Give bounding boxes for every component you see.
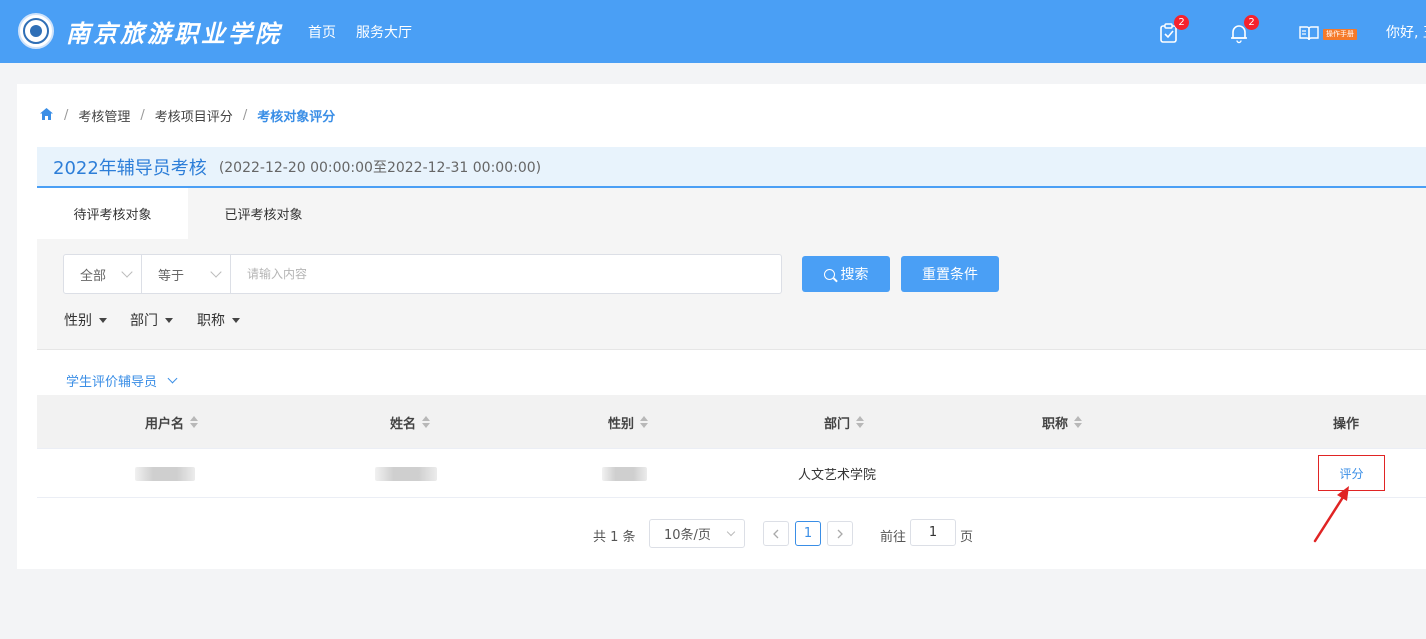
school-name: 南京旅游职业学院 [66,18,282,48]
sort-icon[interactable] [1074,416,1083,428]
gender-filter[interactable]: 性别 [64,310,107,330]
field-select[interactable]: 全部 [64,255,142,293]
home-icon[interactable] [39,107,54,125]
chevron-right-icon [837,529,843,538]
goto-label: 前往 [880,530,907,545]
tabs: 待评考核对象 已评考核对象 [37,188,1426,239]
pagination-total: 共 1 条 [593,530,636,545]
user-greeting[interactable]: 你好, 王 [1386,22,1426,42]
sort-icon[interactable] [422,416,431,428]
reset-button[interactable]: 重置条件 [901,256,999,292]
col-name[interactable]: 姓名 [390,395,431,449]
page-size-select[interactable]: 10条/页 [649,519,745,548]
pagination: 共 1 条 10条/页 1 前往 页 [17,519,1426,549]
tab-pending[interactable]: 待评考核对象 [37,188,188,239]
page-number-current[interactable]: 1 [795,521,821,546]
col-gender[interactable]: 性别 [608,395,649,449]
chevron-down-icon [210,266,222,278]
caret-down-icon [232,317,240,323]
nav-home[interactable]: 首页 [308,22,336,42]
tab-evaluated[interactable]: 已评考核对象 [188,188,339,239]
col-action: 操作 [1333,416,1360,432]
filter-area: 全部 等于 搜索 重置条件 性别 部门 职称 [37,239,1426,350]
main-nav: 首页 服务大厅 [308,22,412,42]
manual-tag[interactable]: 操作手册 [1323,29,1357,40]
sort-icon[interactable] [190,416,199,428]
exam-date-range: (2022-12-20 00:00:00至2022-12-31 00:00:00… [218,159,542,176]
nav-service-hall[interactable]: 服务大厅 [356,22,412,42]
goto-page-input[interactable] [910,519,956,546]
cell-name-redacted [375,449,437,498]
main-card: / 考核管理 / 考核项目评分 / 考核对象评分 2022年辅导员考核 (202… [17,84,1426,569]
exam-title: 2022年辅导员考核 [53,157,207,179]
search-box: 全部 等于 [63,254,782,294]
operator-select[interactable]: 等于 [142,255,231,293]
col-title[interactable]: 职称 [1042,395,1083,449]
chevron-down-icon [167,373,178,384]
caret-down-icon [99,317,107,323]
chevron-down-icon [726,527,736,537]
cell-gender-redacted [602,449,647,498]
next-page-button[interactable] [827,521,853,546]
breadcrumb-current: 考核对象评分 [257,110,336,125]
prev-page-button[interactable] [763,521,789,546]
cell-username-redacted [135,449,195,498]
department-filter[interactable]: 部门 [130,310,173,330]
school-seal-icon [18,13,54,49]
top-header: 南京旅游职业学院 首页 服务大厅 2 2 操作手册 你好, 王 [0,0,1426,63]
chevron-left-icon [773,529,779,538]
notice-badge: 2 [1244,15,1259,30]
school-logo[interactable]: 南京旅游职业学院 [18,13,282,49]
chevron-down-icon [121,266,133,278]
todo-badge: 2 [1174,15,1189,30]
todo-icon[interactable]: 2 [1158,15,1189,44]
breadcrumb-item[interactable]: 考核管理 [78,106,130,125]
breadcrumb: / 考核管理 / 考核项目评分 / 考核对象评分 [39,106,335,125]
evaluation-group-select[interactable]: 学生评价辅导员 [66,371,178,390]
annotation-arrow-icon [1313,486,1349,543]
breadcrumb-item[interactable]: 考核项目评分 [155,106,233,125]
sort-icon[interactable] [856,416,865,428]
search-button[interactable]: 搜索 [802,256,890,292]
manual-book-icon[interactable] [1298,22,1320,44]
bell-icon[interactable]: 2 [1228,15,1259,44]
page-unit-label: 页 [960,530,974,545]
search-input[interactable] [231,255,781,293]
sort-icon[interactable] [640,416,649,428]
caret-down-icon [165,317,173,323]
table-row: 人文艺术学院 评分 [37,449,1426,498]
exam-header: 2022年辅导员考核 (2022-12-20 00:00:00至2022-12-… [37,147,1426,188]
cell-department: 人文艺术学院 [798,468,877,483]
col-username[interactable]: 用户名 [145,395,199,449]
table-header: 用户名 姓名 性别 部门 职称 操作 [37,395,1426,449]
search-icon [823,268,835,280]
col-department[interactable]: 部门 [824,395,865,449]
title-filter[interactable]: 职称 [197,310,240,330]
